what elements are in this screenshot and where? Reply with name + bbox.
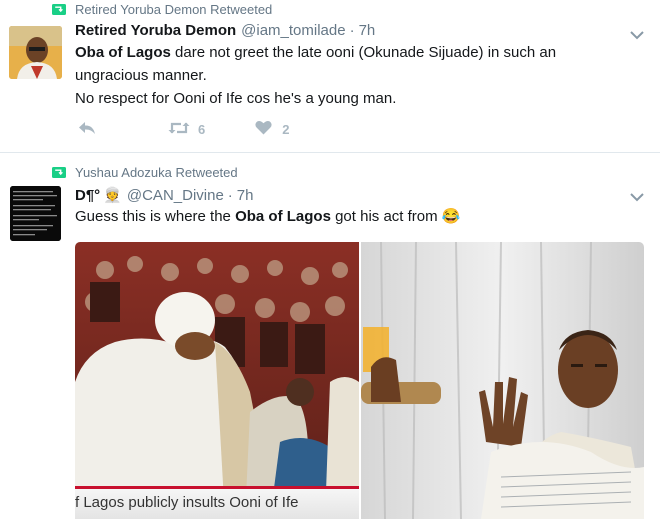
tweet-text-line: ungracious manner.: [75, 67, 207, 84]
person-with-turban-emoji: 👳: [103, 187, 122, 204]
separator: ·: [349, 22, 355, 39]
retweet-icon: [52, 4, 66, 15]
retweet-count: 6: [198, 121, 206, 137]
tweet-text-segment: got his act from: [330, 208, 442, 225]
tweet-text: Guess this is where the Oba of Lagos got…: [75, 205, 635, 228]
avatar[interactable]: [10, 186, 61, 241]
tweet-actions: 6 2: [78, 120, 289, 138]
timestamp[interactable]: 7h: [359, 22, 376, 39]
tweet-text-line: dare not greet the late ooni (Okunade Si…: [170, 44, 557, 61]
chevron-down-icon[interactable]: [630, 27, 644, 40]
retweet-icon: [52, 167, 66, 178]
heart-icon: [255, 120, 272, 138]
display-name[interactable]: Retired Yoruba Demon: [75, 22, 236, 39]
reply-button[interactable]: [78, 121, 96, 138]
tweet-text: Oba of Lagos dare not greet the late oon…: [75, 41, 635, 110]
username[interactable]: @CAN_Divine: [127, 187, 224, 204]
retweet-icon: [168, 121, 190, 138]
tweet-header: D¶° 👳 @CAN_Divine · 7h: [75, 186, 253, 204]
news-caption: f Lagos publicly insults Ooni of Ife: [75, 494, 299, 511]
separator: ·: [227, 187, 233, 204]
news-caption-bar: f Lagos publicly insults Ooni of Ife: [75, 486, 359, 519]
reply-icon: [78, 121, 96, 138]
media-container[interactable]: f Lagos publicly insults Ooni of Ife: [75, 242, 644, 519]
retweeted-by-label[interactable]: Yushau Adozuka Retweeted: [75, 165, 238, 180]
like-button[interactable]: 2: [255, 120, 289, 138]
retweet-context: Retired Yoruba Demon Retweeted: [52, 2, 272, 17]
tweet-header: Retired Yoruba Demon @iam_tomilade · 7h: [75, 22, 375, 39]
hashtag-phrase: Oba of Lagos: [235, 208, 331, 225]
laughing-emoji: 😂: [441, 208, 461, 225]
display-name[interactable]: D¶°: [75, 187, 100, 204]
like-count: 2: [282, 121, 290, 137]
tweet[interactable]: Yushau Adozuka Retweeted D¶° 👳 @CAN_Divi…: [0, 153, 660, 519]
media-photo-right[interactable]: [361, 242, 644, 519]
chevron-down-icon[interactable]: [630, 189, 644, 202]
tweet[interactable]: Retired Yoruba Demon Retweeted Retired Y…: [0, 0, 660, 153]
avatar[interactable]: [9, 26, 62, 79]
tweet-text-line: No respect for Ooni of Ife cos he's a yo…: [75, 90, 397, 107]
retweeted-by-label[interactable]: Retired Yoruba Demon Retweeted: [75, 2, 272, 17]
tweet-text-segment: Guess this is where the: [75, 208, 236, 225]
retweet-context: Yushau Adozuka Retweeted: [52, 165, 238, 180]
timestamp[interactable]: 7h: [237, 187, 254, 204]
username[interactable]: @iam_tomilade: [241, 22, 345, 39]
media-photo-left[interactable]: f Lagos publicly insults Ooni of Ife: [75, 242, 359, 519]
retweet-button[interactable]: 6: [168, 121, 205, 138]
hashtag-phrase: Oba of Lagos: [75, 44, 171, 61]
